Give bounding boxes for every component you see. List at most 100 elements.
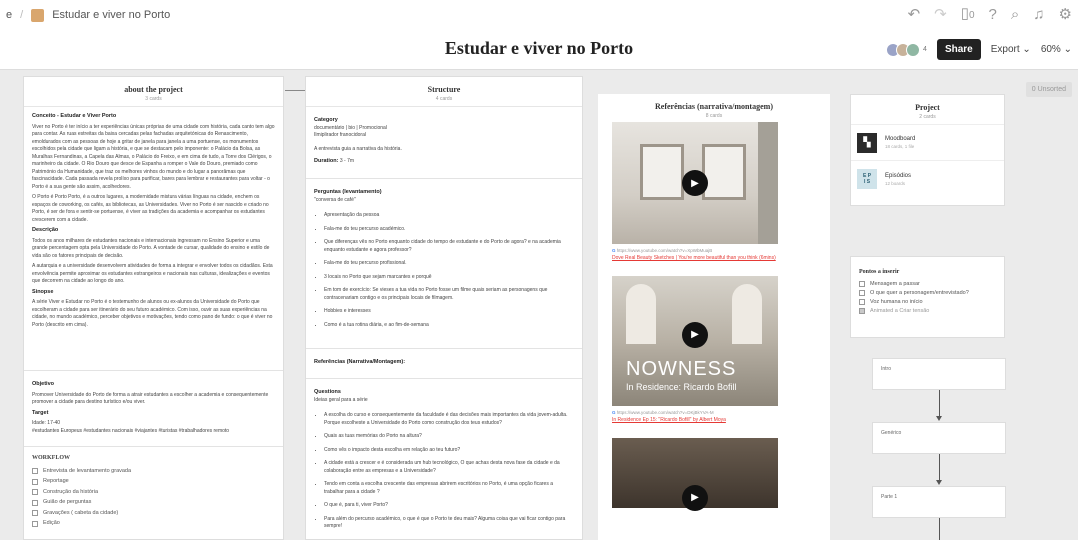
play-icon[interactable]: ▶ [682,321,708,348]
pontos-item[interactable]: Voz humana no início [859,299,996,305]
collaborator-avatars[interactable]: 4 [886,42,927,57]
flow-step[interactable]: Parte 1 [872,486,1006,518]
checkbox[interactable] [32,499,38,506]
checkbox[interactable] [859,290,865,296]
zoom-control[interactable]: 60% ⌄ [1041,44,1072,55]
workflow-item[interactable]: Entrevista de levantamento gravada [32,468,275,476]
questions-list: A escolha do curso e consequentemente da… [314,412,574,531]
workflow-item-label: Gravações ( cabeta da cidade) [43,509,119,516]
flow-step[interactable]: Genérico [872,422,1006,454]
board-canvas[interactable]: 0 Unsorted about the project 3 cards Con… [0,70,1078,540]
checkbox[interactable] [32,478,38,485]
video-thumbnail[interactable]: ▶ NOWNESS In Residence: Ricardo Bofill [612,276,778,406]
column-count: 8 cards [705,113,723,119]
category-label: Category [314,117,338,123]
checkbox[interactable] [32,468,38,475]
play-icon[interactable]: ▶ [682,170,708,196]
pontos-item-label: Voz humana no início [870,299,923,305]
flow-arrow-head [936,480,942,485]
moodboard-icon: ▚ [857,132,877,153]
column-header: Referências (narrativa/montagem) 8 cards [598,94,830,122]
checkbox[interactable] [859,299,865,305]
unsorted-badge[interactable]: 0 Unsorted [1025,82,1072,97]
search-icon[interactable]: ⌕ [1011,7,1019,23]
device-icon[interactable]: ▯0 [961,6,975,24]
checkbox[interactable] [32,520,38,527]
concept-card[interactable]: Conceito - Estudar e Viver Porto Viver n… [24,107,283,371]
arch-window [626,284,656,344]
project-card[interactable]: Project 2 cards ▚ Moodboard 18 cards, 1 … [850,94,1005,206]
column-title: about the project [124,85,183,94]
play-icon[interactable]: ▶ [682,484,708,511]
share-button[interactable]: Share [936,39,981,60]
workflow-item[interactable]: Gravações ( cabeta da cidade) [32,510,275,518]
pontos-item[interactable]: Mensagem a passar [859,281,996,287]
bell-icon[interactable]: ♫ [1033,7,1044,23]
workflow-card[interactable]: WORKFLOW Entrevista de levantamento grav… [24,447,283,537]
list-item: A cidade está a crescer e é considerada … [324,460,574,475]
description-text-2: A autarquia e a universidade desenvolvem… [32,263,273,284]
reference-url-text: https://www.youtube.com/watch?v=DKjBkYVA… [616,410,714,415]
column-title: Referências (narrativa/montagem) [655,102,773,111]
chevron-down-icon: ⌄ [1022,44,1031,55]
chevron-down-icon: ⌄ [1063,44,1072,55]
breadcrumb-home[interactable]: e [6,9,12,21]
workflow-item[interactable]: Reportage [32,478,275,486]
breadcrumb-board-name[interactable]: Estudar e viver no Porto [52,9,170,21]
column-header: Structure 4 cards [306,77,582,107]
questions-card[interactable]: Questions Ideias geral para a série A es… [306,379,582,540]
workflow-item[interactable]: Construção da história [32,489,275,497]
help-icon[interactable]: ? [989,7,997,23]
column-about-project[interactable]: about the project 3 cards Conceito - Est… [23,76,284,540]
checkbox[interactable] [859,281,865,287]
pontos-item[interactable]: O que quer a personagem/entrevistado? [859,290,996,296]
column-title: Project [915,103,940,112]
pontos-title: Pontos a inserir [859,269,900,275]
referencias-label: Referências (Narrativa/Montagem): [314,359,406,365]
export-button[interactable]: Export ⌄ [991,44,1031,55]
top-bar: e / Estudar e viver no Porto ↶ ↷ ▯0 ? ⌕ … [0,0,1078,30]
duration-label: Duration: [314,158,339,164]
pontos-card[interactable]: Pontos a inserir Mensagem a passar O que… [850,256,1005,338]
reference-link[interactable]: In Residence Ep 15: "Ricardo Bofill" by … [612,417,797,424]
zoom-level: 60% [1040,44,1061,55]
reference-link[interactable]: Dove Real Beauty Sketches | You're more … [612,255,797,262]
objective-card[interactable]: Objetivo Promover Universidade do Porto … [24,371,283,447]
pontos-item[interactable]: Animated a Criar tensão [859,308,996,314]
sinopse-text: A série Viver e Estudar no Porto é o tes… [32,299,273,328]
workflow-item[interactable]: Edição [32,520,275,528]
referencias-card[interactable]: Referências (Narrativa/Montagem): [306,349,582,379]
board-link-moodboard[interactable]: ▚ Moodboard 18 cards, 1 file [851,125,1004,161]
flow-step[interactable]: Intro [872,358,1006,390]
collaborator-count: 4 [923,46,927,53]
list-item: Hobbies e interesses [324,308,574,316]
list-item: Tendo em conta a escolha crescente das e… [324,481,574,496]
list-item: Que diferenças vês no Porto enquanto cid… [324,239,574,254]
list-item: A escolha do curso e consequentemente da… [324,412,574,427]
perguntas-card[interactable]: Perguntas (levantamento) "conversa de ca… [306,179,582,349]
video-thumbnail[interactable]: ▶ [612,122,778,244]
column-count: 4 cards [435,96,453,102]
avatar [906,42,921,57]
checkbox-checked[interactable] [859,308,865,314]
google-icon: G [612,248,616,253]
reference-url[interactable]: G https://www.youtube.com/watch?v=XpWbMu… [612,248,797,253]
checkbox[interactable] [32,510,38,517]
category-card[interactable]: Category documentário | bio | Promociona… [306,107,582,179]
workflow-item[interactable]: Guião de perguntas [32,499,275,507]
gear-icon[interactable]: ⚙ [1059,7,1072,23]
target-age: Idade: 17-40 [32,420,61,426]
redo-icon[interactable]: ↷ [934,7,947,23]
checkbox[interactable] [32,489,38,496]
reference-url[interactable]: G https://www.youtube.com/watch?v=DKjBkY… [612,410,797,415]
column-structure[interactable]: Structure 4 cards Category documentário … [305,76,583,540]
list-item: 3 locais no Porto que sejam marcantes e … [324,274,574,282]
perguntas-list: Apresentação da pessoa Fala-me do teu pe… [314,212,574,329]
column-references[interactable]: Referências (narrativa/montagem) 8 cards… [598,94,830,540]
video-thumbnail[interactable]: ▶ [612,438,778,511]
flow-arrow-head [936,416,942,421]
toolbar-icons: ↶ ↷ ▯0 ? ⌕ ♫ ⚙ [908,6,1072,24]
list-item: Quais as tuas memórias do Porto na altur… [324,433,574,441]
undo-icon[interactable]: ↶ [908,7,921,23]
board-link-episodios[interactable]: E PI S Episódios 12 boards [851,161,1004,197]
